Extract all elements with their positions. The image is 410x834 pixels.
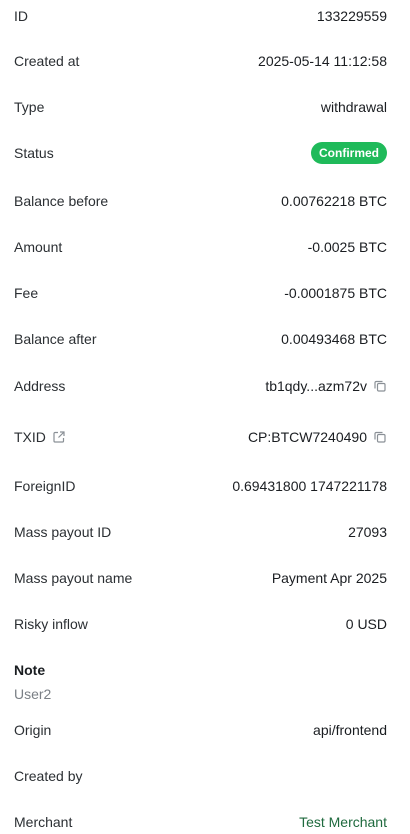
row-txid: TXID CP:BTCW7240490 [14,425,387,449]
balance-before-value: 0.00762218 BTC [281,193,387,209]
row-balance-after: Balance after 0.00493468 BTC [14,327,387,351]
transaction-details: ID 133229559 Created at 2025-05-14 11:12… [0,0,410,830]
txid-label-wrap: TXID [14,429,66,445]
row-fee: Fee -0.0001875 BTC [14,281,387,305]
row-balance-before: Balance before 0.00762218 BTC [14,189,387,213]
created-at-value: 2025-05-14 11:12:58 [258,53,387,69]
txid-value: CP:BTCW7240490 [247,429,367,445]
copy-icon[interactable] [373,379,387,393]
risky-inflow-value: 0 USD [345,616,387,632]
row-type: Type withdrawal [14,95,387,119]
note-title: Note [14,662,46,678]
row-status: Status Confirmed [14,141,387,165]
address-label: Address [14,378,66,394]
amount-label: Amount [14,239,63,255]
balance-after-label: Balance after [14,331,97,347]
address-value-wrap: tb1qdy...azm72v [265,378,387,394]
mass-payout-name-value: Payment Apr 2025 [271,570,387,586]
row-amount: Amount -0.0025 BTC [14,235,387,259]
note-text: User2 [14,686,52,702]
note-block: Note User2 [14,662,387,702]
origin-label: Origin [14,722,52,738]
row-created-by: Created by [14,764,387,788]
address-value: tb1qdy...azm72v [265,378,367,394]
merchant-label: Merchant [14,814,73,830]
risky-inflow-label: Risky inflow [14,616,88,632]
txid-value-wrap: CP:BTCW7240490 [248,429,387,445]
row-mass-payout-id: Mass payout ID 27093 [14,520,387,544]
row-foreign-id: ForeignID 0.69431800 1747221178 [14,474,387,498]
status-badge: Confirmed [311,142,387,164]
row-origin: Origin api/frontend [14,718,387,742]
balance-before-label: Balance before [14,193,109,209]
balance-after-value: 0.00493468 BTC [281,331,387,347]
row-merchant: Merchant Test Merchant [14,810,387,834]
type-value: withdrawal [320,99,387,115]
id-label: ID [14,8,28,24]
row-mass-payout-name: Mass payout name Payment Apr 2025 [14,566,387,590]
id-value: 133229559 [316,8,387,24]
fee-value: -0.0001875 BTC [284,285,387,301]
external-link-icon[interactable] [52,430,66,444]
created-by-label: Created by [14,768,83,784]
created-at-label: Created at [14,53,80,69]
foreign-id-value: 0.69431800 1747221178 [232,478,387,494]
merchant-link[interactable]: Test Merchant [299,814,387,830]
status-label: Status [14,145,54,161]
copy-icon[interactable] [373,430,387,444]
mass-payout-name-label: Mass payout name [14,570,133,586]
origin-value: api/frontend [313,722,387,738]
row-id: ID 133229559 [14,4,387,28]
type-label: Type [14,99,45,115]
fee-label: Fee [14,285,39,301]
row-created-at: Created at 2025-05-14 11:12:58 [14,49,387,73]
mass-payout-id-value: 27093 [348,524,387,540]
row-risky-inflow: Risky inflow 0 USD [14,612,387,636]
row-address: Address tb1qdy...azm72v [14,374,387,398]
txid-label: TXID [14,429,46,445]
mass-payout-id-label: Mass payout ID [14,524,112,540]
foreign-id-label: ForeignID [14,478,76,494]
amount-value: -0.0025 BTC [307,239,387,255]
